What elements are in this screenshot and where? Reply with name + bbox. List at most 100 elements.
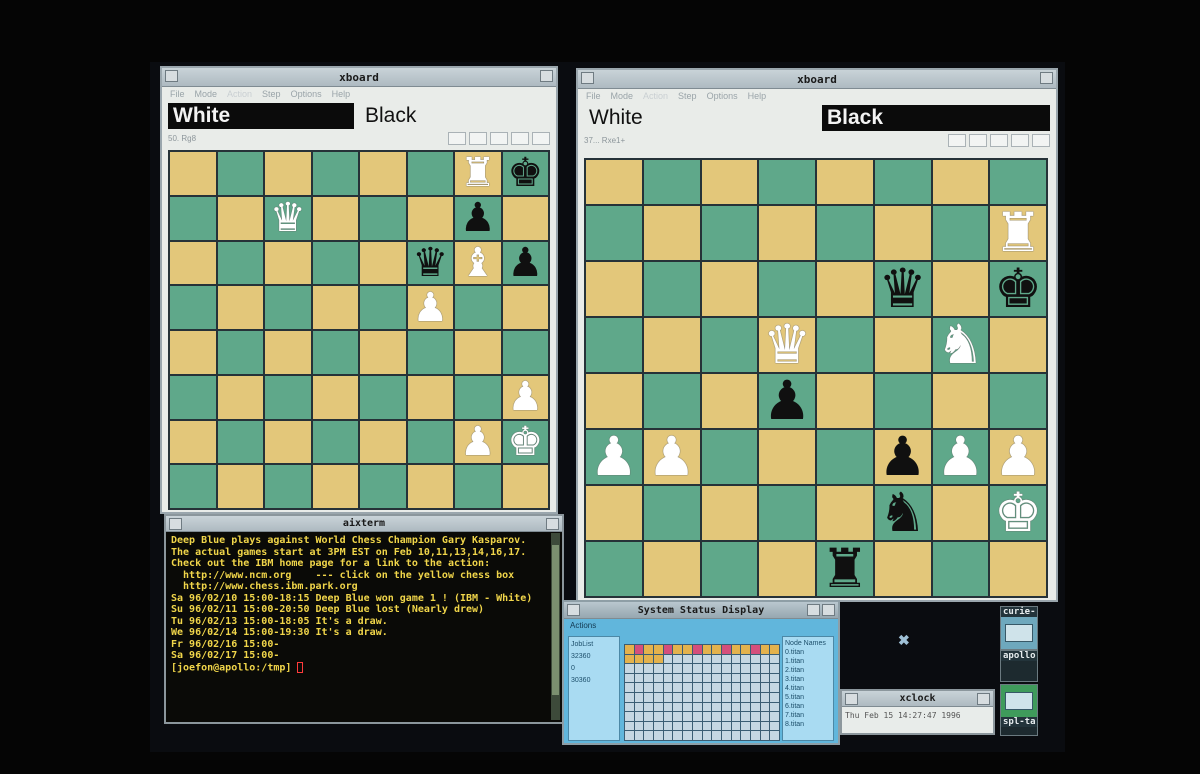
board-square[interactable]: ♜ xyxy=(990,206,1046,260)
white-knight-icon[interactable]: ♞ xyxy=(936,318,984,372)
board-square[interactable] xyxy=(701,542,758,596)
maximize-icon[interactable] xyxy=(977,693,990,705)
node-item[interactable]: 6.titan xyxy=(785,702,831,711)
board-square[interactable] xyxy=(360,286,406,329)
forward-last-button[interactable] xyxy=(532,131,550,145)
board-square[interactable]: ♛ xyxy=(265,196,311,240)
board-square[interactable] xyxy=(312,286,358,329)
board-square[interactable]: ♞ xyxy=(932,318,989,372)
black-pawn-icon[interactable]: ♟ xyxy=(878,430,926,484)
board-square[interactable]: ♚ xyxy=(502,152,548,195)
board-square[interactable] xyxy=(586,486,642,540)
board-square[interactable] xyxy=(817,374,873,428)
board-square[interactable] xyxy=(217,420,263,464)
board-square[interactable] xyxy=(217,152,263,195)
board-square[interactable] xyxy=(312,241,358,285)
board-square[interactable] xyxy=(990,318,1046,372)
black-pawn-icon[interactable]: ♟ xyxy=(507,243,543,283)
window-menu-icon[interactable] xyxy=(165,70,178,82)
pause-button[interactable] xyxy=(990,133,1008,147)
minimize-icon[interactable] xyxy=(807,604,820,616)
board-square[interactable] xyxy=(586,206,642,260)
job-item[interactable]: 0 xyxy=(571,663,617,675)
menu-help[interactable]: Help xyxy=(748,91,767,101)
black-pawn-icon[interactable]: ♟ xyxy=(763,374,811,428)
board-square[interactable] xyxy=(312,331,358,374)
board-square[interactable] xyxy=(643,262,700,316)
board-square[interactable]: ♟ xyxy=(502,241,548,285)
board-square[interactable] xyxy=(759,486,815,540)
aixterm-titlebar[interactable]: aixterm xyxy=(166,516,562,532)
board-square[interactable] xyxy=(817,430,873,484)
back-first-button[interactable] xyxy=(448,131,466,145)
node-item[interactable]: 4.titan xyxy=(785,684,831,693)
terminal-output[interactable]: Deep Blue plays against World Chess Cham… xyxy=(166,532,562,677)
board-square[interactable]: ♟ xyxy=(759,374,815,428)
board-square[interactable] xyxy=(217,375,263,419)
board-square[interactable]: ♛ xyxy=(407,241,453,285)
board-square[interactable] xyxy=(360,152,406,195)
board-square[interactable]: ♚ xyxy=(990,262,1046,316)
node-item[interactable]: 3.titan xyxy=(785,675,831,684)
board-square[interactable] xyxy=(932,374,989,428)
node-item[interactable]: 7.titan xyxy=(785,711,831,720)
board-square[interactable] xyxy=(701,486,758,540)
board-square[interactable] xyxy=(170,196,216,240)
menu-help[interactable]: Help xyxy=(332,89,351,99)
board-square[interactable] xyxy=(701,206,758,260)
board-square[interactable] xyxy=(759,262,815,316)
white-queen-icon[interactable]: ♛ xyxy=(763,318,811,372)
board-square[interactable] xyxy=(586,318,642,372)
board-square[interactable]: ♟ xyxy=(407,286,453,329)
board-square[interactable] xyxy=(312,152,358,195)
board-square[interactable] xyxy=(217,196,263,240)
maximize-icon[interactable] xyxy=(540,70,553,82)
board-square[interactable] xyxy=(360,196,406,240)
icon-spl-ta[interactable]: spl-ta xyxy=(1000,684,1038,736)
board-square[interactable] xyxy=(701,160,758,204)
board-square[interactable]: ♟ xyxy=(932,430,989,484)
board-square[interactable] xyxy=(643,160,700,204)
board-square[interactable] xyxy=(990,160,1046,204)
board-square[interactable]: ♟ xyxy=(874,430,931,484)
window-menu-icon[interactable] xyxy=(169,518,182,530)
board-square[interactable] xyxy=(360,420,406,464)
xboard-left-titlebar[interactable]: xboard xyxy=(162,68,556,87)
board-square[interactable]: ♜ xyxy=(817,542,873,596)
pause-button[interactable] xyxy=(490,131,508,145)
board-square[interactable] xyxy=(455,375,501,419)
white-king-icon[interactable]: ♚ xyxy=(507,422,543,462)
black-king-icon[interactable]: ♚ xyxy=(994,262,1042,316)
back-first-button[interactable] xyxy=(948,133,966,147)
menu-file[interactable]: File xyxy=(170,89,185,99)
board-square[interactable] xyxy=(874,160,931,204)
terminal-prompt-line[interactable]: [joefon@apollo:/tmp] xyxy=(171,661,557,674)
board-square[interactable] xyxy=(170,420,216,464)
chess-board-right[interactable]: ♜ ♛ ♚ ♛ ♞ ♟ ♟ ♟ ♟ ♟ ♟ ♞ ♚ ♜ xyxy=(584,158,1048,598)
board-square[interactable] xyxy=(455,465,501,508)
board-square[interactable] xyxy=(817,318,873,372)
menu-file[interactable]: File xyxy=(586,91,601,101)
node-names-list[interactable]: Node Names 0.titan 1.titan 2.titan 3.tit… xyxy=(782,636,834,741)
board-square[interactable] xyxy=(265,152,311,195)
board-square[interactable] xyxy=(407,465,453,508)
board-square[interactable] xyxy=(643,374,700,428)
board-square[interactable] xyxy=(265,465,311,508)
forward-button[interactable] xyxy=(511,131,529,145)
board-square[interactable] xyxy=(817,262,873,316)
board-square[interactable] xyxy=(170,241,216,285)
board-square[interactable] xyxy=(701,318,758,372)
icon-apollo[interactable]: apollo xyxy=(1000,650,1038,682)
forward-last-button[interactable] xyxy=(1032,133,1050,147)
board-square[interactable] xyxy=(217,286,263,329)
board-square[interactable] xyxy=(643,486,700,540)
window-menu-icon[interactable] xyxy=(581,72,594,84)
actions-menu[interactable]: Actions xyxy=(564,619,838,632)
board-square[interactable] xyxy=(759,430,815,484)
board-square[interactable] xyxy=(932,262,989,316)
board-square[interactable] xyxy=(455,286,501,329)
board-square[interactable] xyxy=(701,262,758,316)
menu-mode[interactable]: Mode xyxy=(611,91,634,101)
board-square[interactable] xyxy=(643,318,700,372)
board-square[interactable] xyxy=(502,196,548,240)
